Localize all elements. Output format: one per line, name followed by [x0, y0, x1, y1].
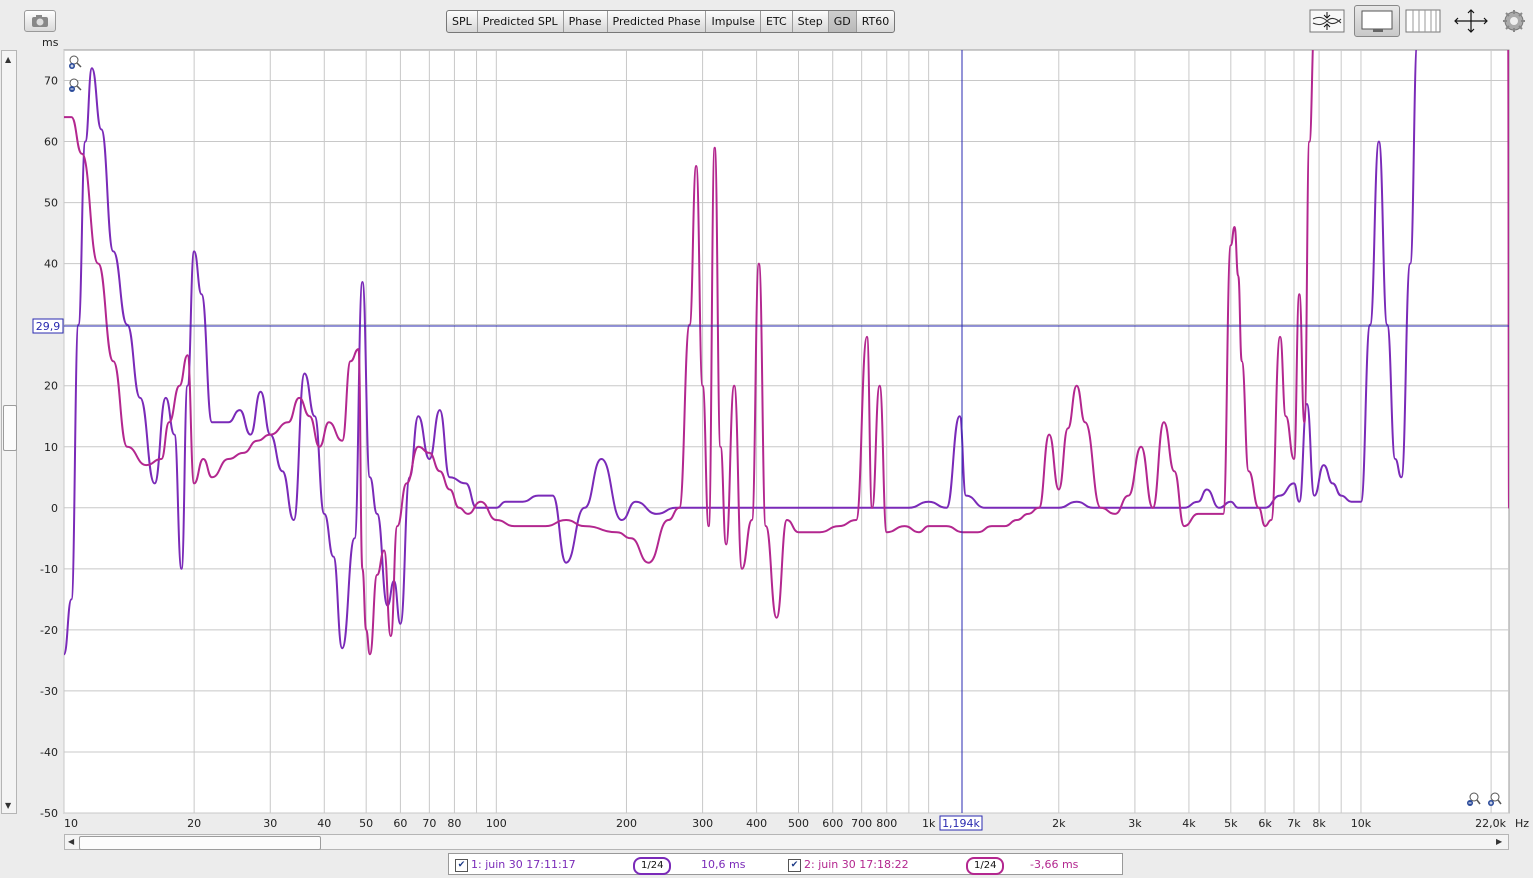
- scroll-down-arrow-icon[interactable]: ▼: [5, 801, 11, 811]
- scroll-right-arrow-icon[interactable]: ▶: [1496, 837, 1502, 847]
- x-tick-label: 22,0k: [1475, 817, 1506, 830]
- entry1-value: 10,6 ms: [701, 858, 746, 871]
- plot-area[interactable]: [63, 49, 1510, 814]
- x-unit-label: Hz: [1515, 817, 1529, 830]
- x-tick-label: 40: [317, 817, 331, 830]
- x-tick-label: 100: [486, 817, 507, 830]
- x-tick-label: 50: [359, 817, 373, 830]
- cursor-x-readout: 1,194k: [942, 817, 980, 830]
- horizontal-scroll-thumb[interactable]: [79, 836, 321, 850]
- y-tick-label: 50: [44, 197, 58, 210]
- tab-predicted-phase[interactable]: Predicted Phase: [608, 11, 707, 32]
- y-tick-label: -30: [40, 685, 58, 698]
- vertical-scroll-thumb[interactable]: [3, 405, 17, 451]
- group-delay-chart[interactable]: 706050403020100-10-20-30-40-50 102030405…: [0, 30, 1533, 834]
- tab-step[interactable]: Step: [793, 11, 829, 32]
- entry2-checkbox[interactable]: ✔: [788, 859, 801, 872]
- scroll-left-arrow-icon[interactable]: ◀: [68, 837, 74, 847]
- y-axis-labels: 706050403020100-10-20-30-40-50: [40, 75, 58, 820]
- vertical-scrollbar[interactable]: ▲ ▼: [1, 50, 17, 814]
- x-tick-label: 800: [876, 817, 897, 830]
- y-tick-label: 20: [44, 380, 58, 393]
- x-tick-label: 80: [447, 817, 461, 830]
- cursor-y-readout: 29,9: [36, 320, 61, 333]
- x-tick-label: 700: [851, 817, 872, 830]
- x-tick-label: 10: [64, 817, 78, 830]
- x-tick-label: 60: [393, 817, 407, 830]
- y-tick-label: 60: [44, 136, 58, 149]
- tab-gd[interactable]: GD: [828, 11, 857, 32]
- tab-phase[interactable]: Phase: [564, 11, 608, 32]
- tab-etc[interactable]: ETC: [761, 11, 793, 32]
- camera-icon[interactable]: [24, 10, 56, 32]
- x-tick-label: 10k: [1351, 817, 1372, 830]
- x-tick-label: 30: [263, 817, 277, 830]
- entry1-checkbox[interactable]: ✔: [455, 859, 468, 872]
- y-tick-label: 10: [44, 441, 58, 454]
- entry2-label: 2: juin 30 17:18:22: [804, 858, 909, 871]
- horizontal-scrollbar[interactable]: ◀ ▶: [64, 834, 1509, 850]
- tab-impulse[interactable]: Impulse: [706, 11, 761, 32]
- x-tick-label: 400: [746, 817, 767, 830]
- x-tick-label: 5k: [1224, 817, 1238, 830]
- x-tick-label: 300: [692, 817, 713, 830]
- x-tick-label: 600: [822, 817, 843, 830]
- entry1-smoothing[interactable]: 1/24: [633, 857, 672, 875]
- y-tick-label: -50: [40, 807, 58, 820]
- tab-predicted-spl[interactable]: Predicted SPL: [478, 11, 564, 32]
- y-unit-label: ms: [42, 36, 59, 49]
- tab-rt60[interactable]: RT60: [857, 11, 895, 32]
- y-tick-label: 40: [44, 258, 58, 271]
- x-tick-label: 20: [187, 817, 201, 830]
- entry2-smoothing[interactable]: 1/24: [966, 857, 1005, 875]
- entry2-value: -3,66 ms: [1030, 858, 1079, 871]
- y-tick-label: 70: [44, 75, 58, 88]
- x-tick-label: 8k: [1312, 817, 1326, 830]
- x-tick-label: 7k: [1287, 817, 1301, 830]
- x-tick-label: 70: [422, 817, 436, 830]
- y-tick-label: -10: [40, 563, 58, 576]
- entry1-label: 1: juin 30 17:11:17: [471, 858, 576, 871]
- x-tick-label: 2k: [1052, 817, 1066, 830]
- x-tick-label: 3k: [1128, 817, 1142, 830]
- x-tick-label: 500: [788, 817, 809, 830]
- x-tick-label: 200: [616, 817, 637, 830]
- measurement-legend: ✔ 1: juin 30 17:11:17 1/24 10,6 ms ✔ 2: …: [448, 853, 1123, 875]
- y-tick-label: -20: [40, 624, 58, 637]
- y-tick-label: 0: [51, 502, 58, 515]
- tab-spl[interactable]: SPL: [447, 11, 478, 32]
- x-tick-label: 1k: [922, 817, 936, 830]
- scroll-up-arrow-icon[interactable]: ▲: [5, 55, 11, 65]
- x-tick-label: 4k: [1182, 817, 1196, 830]
- x-axis-labels: 10 20 30 40 50 60 70 80 100 200 300 400 500 600 700 800…: [64, 817, 1507, 830]
- x-tick-label: 6k: [1258, 817, 1272, 830]
- y-tick-label: -40: [40, 746, 58, 759]
